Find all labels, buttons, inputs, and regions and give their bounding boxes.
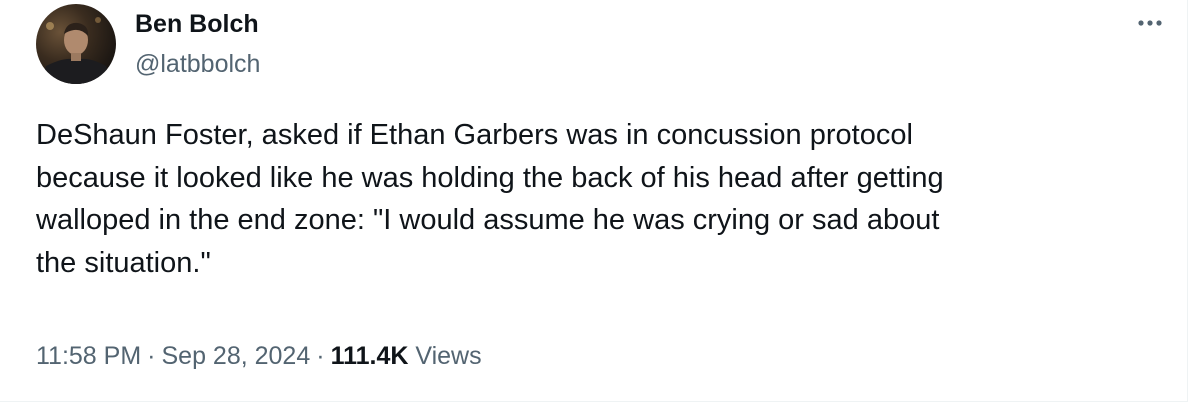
tweet-card: Ben Bolch @latbbolch DeShaun Foster, ask… <box>0 0 1188 402</box>
more-options-button[interactable] <box>1126 8 1174 38</box>
tweet-meta: 11:58 PM · Sep 28, 2024 · 111.4K Views <box>36 340 482 372</box>
views-count: 111.4K <box>330 342 409 370</box>
views-label: Views <box>415 342 482 370</box>
tweet-text: DeShaun Foster, asked if Ethan Garbers w… <box>36 119 944 279</box>
separator-dot: · <box>316 342 325 370</box>
author-display-name[interactable]: Ben Bolch <box>135 8 259 40</box>
separator-dot: · <box>147 342 156 370</box>
tweet-date: Sep 28, 2024 <box>161 342 311 370</box>
author-handle[interactable]: @latbbolch <box>135 48 260 80</box>
tweet-time: 11:58 PM <box>36 342 142 370</box>
more-horizontal-icon <box>1138 20 1162 26</box>
tweet-timestamp[interactable]: 11:58 PM · Sep 28, 2024 <box>36 342 310 370</box>
avatar[interactable] <box>36 4 116 84</box>
avatar-photo-icon <box>36 4 116 84</box>
